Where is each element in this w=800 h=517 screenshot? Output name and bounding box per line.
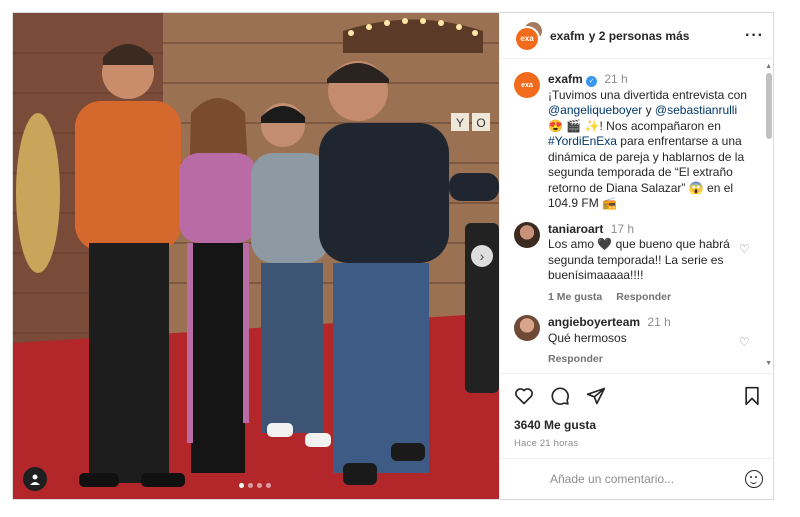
comment-item: angieboyerteam 21 h Qué hermosos Respond… (514, 315, 753, 368)
carousel-indicators (239, 483, 271, 488)
caption-username[interactable]: exafm (548, 72, 583, 86)
caption-text: 😍 🎬 ✨! Nos acompañaron en (548, 118, 721, 133)
post-side-panel: exa exafm y 2 personas más ··· exa exafm… (499, 13, 775, 499)
post-modal: Y O › exa exafm y 2 personas más ··· exa… (12, 12, 775, 500)
caption-text: y (642, 103, 655, 117)
verified-badge-icon: ✓ (586, 76, 598, 87)
avatar[interactable] (514, 221, 540, 248)
scroll-down-icon[interactable]: ▼ (765, 360, 772, 367)
reply-button[interactable]: Responder (616, 290, 671, 306)
heart-icon[interactable] (514, 386, 534, 406)
chevron-right-icon: › (479, 248, 485, 264)
scrollbar-thumb[interactable] (766, 73, 772, 139)
avatar: exa (514, 25, 540, 52)
tagged-users-button[interactable] (23, 467, 47, 491)
comment-username[interactable]: taniaroart (548, 222, 603, 236)
comment-text: Los amo 🖤 que bueno que habrá segunda te… (548, 237, 730, 282)
comment-text: Qué hermosos (548, 330, 627, 345)
emoji-icon[interactable] (745, 470, 763, 488)
post-photo[interactable]: Y O › (13, 13, 499, 499)
carousel-dot (266, 483, 271, 488)
post-header: exa exafm y 2 personas más ··· (500, 13, 774, 59)
user-icon (30, 474, 40, 485)
post-actions: 3640 Me gusta Hace 21 horas (500, 373, 775, 449)
collaborators-label[interactable]: y 2 personas más (589, 29, 690, 43)
caption-text: ¡Tuvimos una divertida entrevista con (548, 87, 747, 102)
bookmark-icon[interactable] (743, 386, 761, 406)
comment-username[interactable]: angieboyerteam (548, 315, 640, 329)
carousel-dot (239, 483, 244, 488)
group-photo-illustration: Y O (13, 13, 499, 499)
carousel-next-button[interactable]: › (471, 245, 493, 267)
comment-time: 17 h (610, 221, 635, 236)
account-name[interactable]: exafm (550, 29, 585, 43)
like-comment-icon[interactable]: ♡ (739, 242, 753, 306)
comment-icon[interactable] (550, 386, 570, 406)
caption: exa exafm ✓ 21 h ¡Tuvimos una divertida … (514, 72, 753, 212)
avatar-text: exa (521, 81, 533, 89)
hashtag-link[interactable]: #YordiEnExa (548, 134, 617, 148)
sign-letter-y: Y (456, 116, 464, 130)
ellipsis-icon[interactable]: ··· (745, 27, 764, 45)
comment-time: 21 h (647, 315, 671, 329)
carousel-dot (257, 483, 262, 488)
comments-list[interactable]: exa exafm ✓ 21 h ¡Tuvimos una divertida … (500, 60, 775, 370)
post-timestamp: Hace 21 horas (514, 438, 579, 449)
mention-link[interactable]: @angeliqueboyer (548, 103, 642, 117)
collab-avatars[interactable]: exa (514, 21, 542, 52)
comment-composer (500, 458, 775, 499)
mention-link[interactable]: @sebastianrulli (655, 103, 737, 117)
comment-likes[interactable]: 1 Me gusta (548, 290, 602, 306)
like-comment-icon[interactable]: ♡ (739, 335, 753, 368)
comment-input[interactable] (550, 472, 745, 486)
comment-item: taniaroart 17 h Los amo 🖤 que bueno que … (514, 221, 753, 306)
caption-time: 21 h (604, 72, 628, 86)
likes-count[interactable]: 3640 Me gusta (514, 418, 761, 432)
sign-letter-o: O (476, 116, 485, 130)
scroll-up-icon[interactable]: ▲ (765, 63, 772, 70)
reply-button[interactable]: Responder (548, 352, 603, 368)
avatar-text: exa (520, 34, 534, 43)
avatar[interactable]: exa (514, 72, 540, 98)
avatar[interactable] (514, 315, 540, 341)
share-icon[interactable] (586, 386, 606, 406)
carousel-dot (248, 483, 253, 488)
